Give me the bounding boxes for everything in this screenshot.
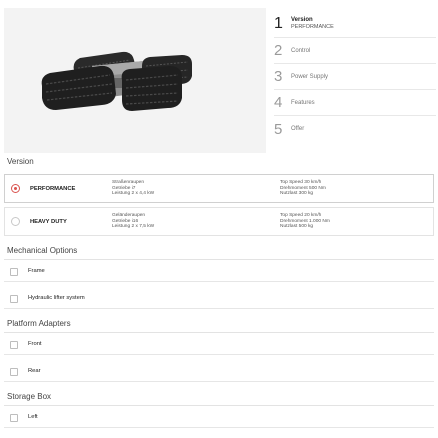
option-rear[interactable]: Rear [4, 362, 434, 382]
divider [4, 405, 434, 406]
section-title-platform-adapters: Platform Adapters [7, 319, 71, 328]
checkbox[interactable] [10, 268, 18, 276]
step-number: 2 [274, 42, 283, 59]
step-label: Control [291, 47, 311, 54]
section-title-version: Version [7, 157, 34, 166]
section-title-mechanical-options: Mechanical Options [7, 246, 78, 255]
spec-line: Top Speed 20 km/h [280, 213, 322, 219]
checkbox[interactable] [10, 295, 18, 303]
version-option-heavy-duty[interactable]: HEAVY DUTY Geländeraupen Getriebe i16 Le… [4, 207, 434, 236]
step-features[interactable]: 4 Features [274, 90, 436, 116]
option-frame[interactable]: Frame [4, 262, 434, 282]
option-label: Front [28, 341, 42, 347]
option-hydraulic-lifter-system[interactable]: Hydraulic lifter system [4, 289, 434, 309]
version-option-performance[interactable]: PERFORMANCE Straßenraupen Getriebe i7 Le… [4, 174, 434, 203]
option-label: Rear [28, 368, 41, 374]
step-version[interactable]: 1 Version PERFORMANCE [274, 10, 436, 38]
version-specs-left: Straßenraupen Getriebe i7 Leistung 2 x 4… [112, 180, 154, 196]
version-name: HEAVY DUTY [30, 218, 67, 225]
radio-button[interactable] [11, 217, 20, 226]
step-control[interactable]: 2 Control [274, 38, 436, 64]
step-number: 4 [274, 94, 283, 111]
checkbox[interactable] [10, 414, 18, 422]
step-power-supply[interactable]: 3 Power Supply [274, 64, 436, 90]
checkbox[interactable] [10, 341, 18, 349]
spec-line: Leistung 2 x 7,5 kW [112, 224, 155, 230]
version-specs-right: Top Speed 20 km/h Drehmoment 1.000 Nm Nu… [280, 213, 330, 229]
product-image [4, 8, 266, 153]
step-number: 5 [274, 120, 283, 138]
step-label: Power Supply [291, 73, 329, 80]
spec-line: Nutzlast 500 kg [280, 224, 314, 230]
spec-line: Leistung 2 x 4,4 kW [112, 191, 155, 197]
option-front[interactable]: Front [4, 335, 434, 355]
step-number: 1 [274, 14, 283, 32]
section-title-storage-box: Storage Box [7, 392, 52, 401]
version-name: PERFORMANCE [30, 185, 76, 192]
step-label: Features [291, 99, 315, 106]
tracked-vehicle-icon [41, 51, 192, 111]
spec-line: Top Speed 30 km/h [280, 180, 322, 186]
checkbox[interactable] [10, 368, 18, 376]
version-specs-left: Geländeraupen Getriebe i16 Leistung 2 x … [112, 213, 154, 229]
spec-line: Geländeraupen [112, 213, 146, 219]
step-label: Version [291, 16, 313, 23]
radio-button-selected[interactable] [11, 184, 20, 193]
option-label: Hydraulic lifter system [28, 295, 85, 301]
step-offer[interactable]: 5 Offer [274, 116, 436, 142]
option-left[interactable]: Left [4, 408, 434, 428]
option-label: Frame [28, 268, 45, 274]
version-specs-right: Top Speed 30 km/h Drehmoment 500 Nm Nutz… [280, 180, 326, 196]
spec-line: Nutzlast 300 kg [280, 191, 314, 197]
step-label: Offer [291, 126, 305, 132]
spec-line: Straßenraupen [112, 180, 144, 186]
step-selected-value: PERFORMANCE [291, 23, 334, 30]
divider [4, 332, 434, 333]
option-label: Left [28, 414, 38, 420]
configurator-steps: 1 Version PERFORMANCE 2 Control 3 Power … [274, 10, 436, 142]
step-number: 3 [274, 68, 283, 85]
divider [4, 259, 434, 260]
